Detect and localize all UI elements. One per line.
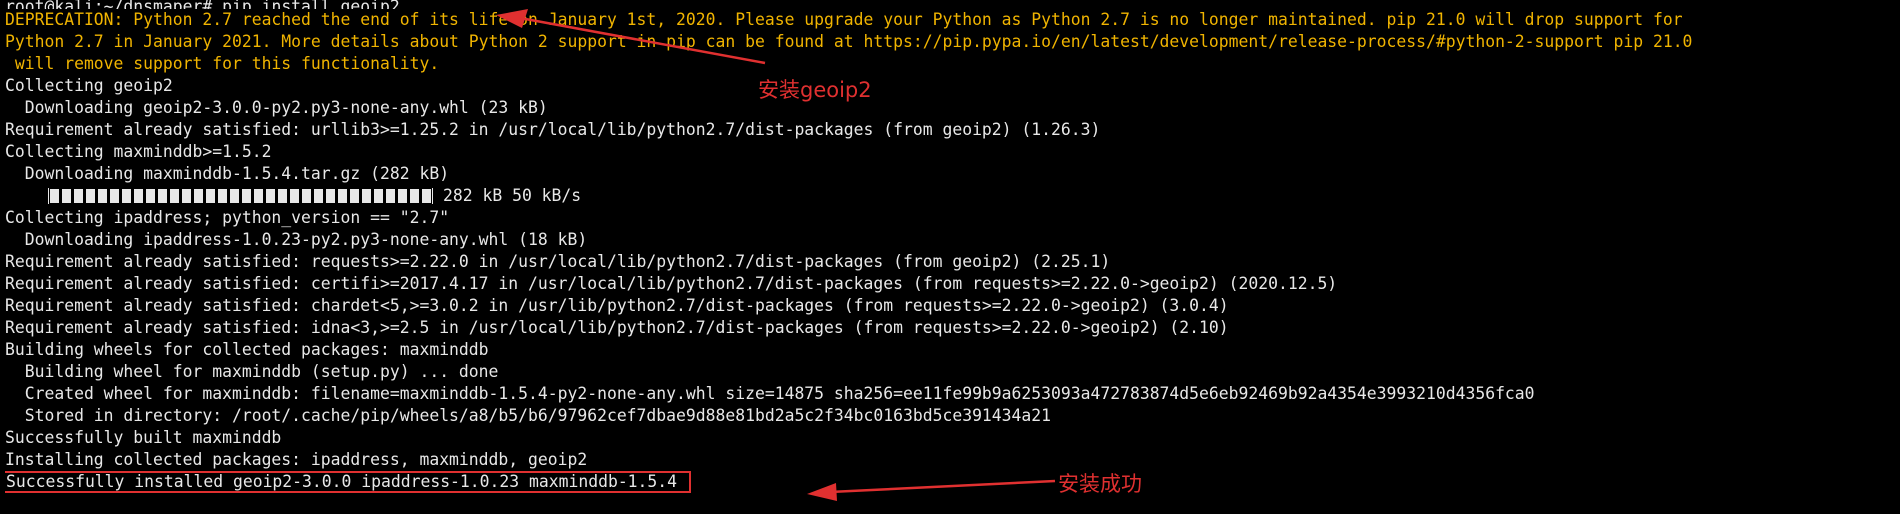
arrow-to-command (496, 9, 766, 65)
arrow-to-success (807, 479, 1056, 501)
annotation-arrows (496, 9, 1056, 501)
